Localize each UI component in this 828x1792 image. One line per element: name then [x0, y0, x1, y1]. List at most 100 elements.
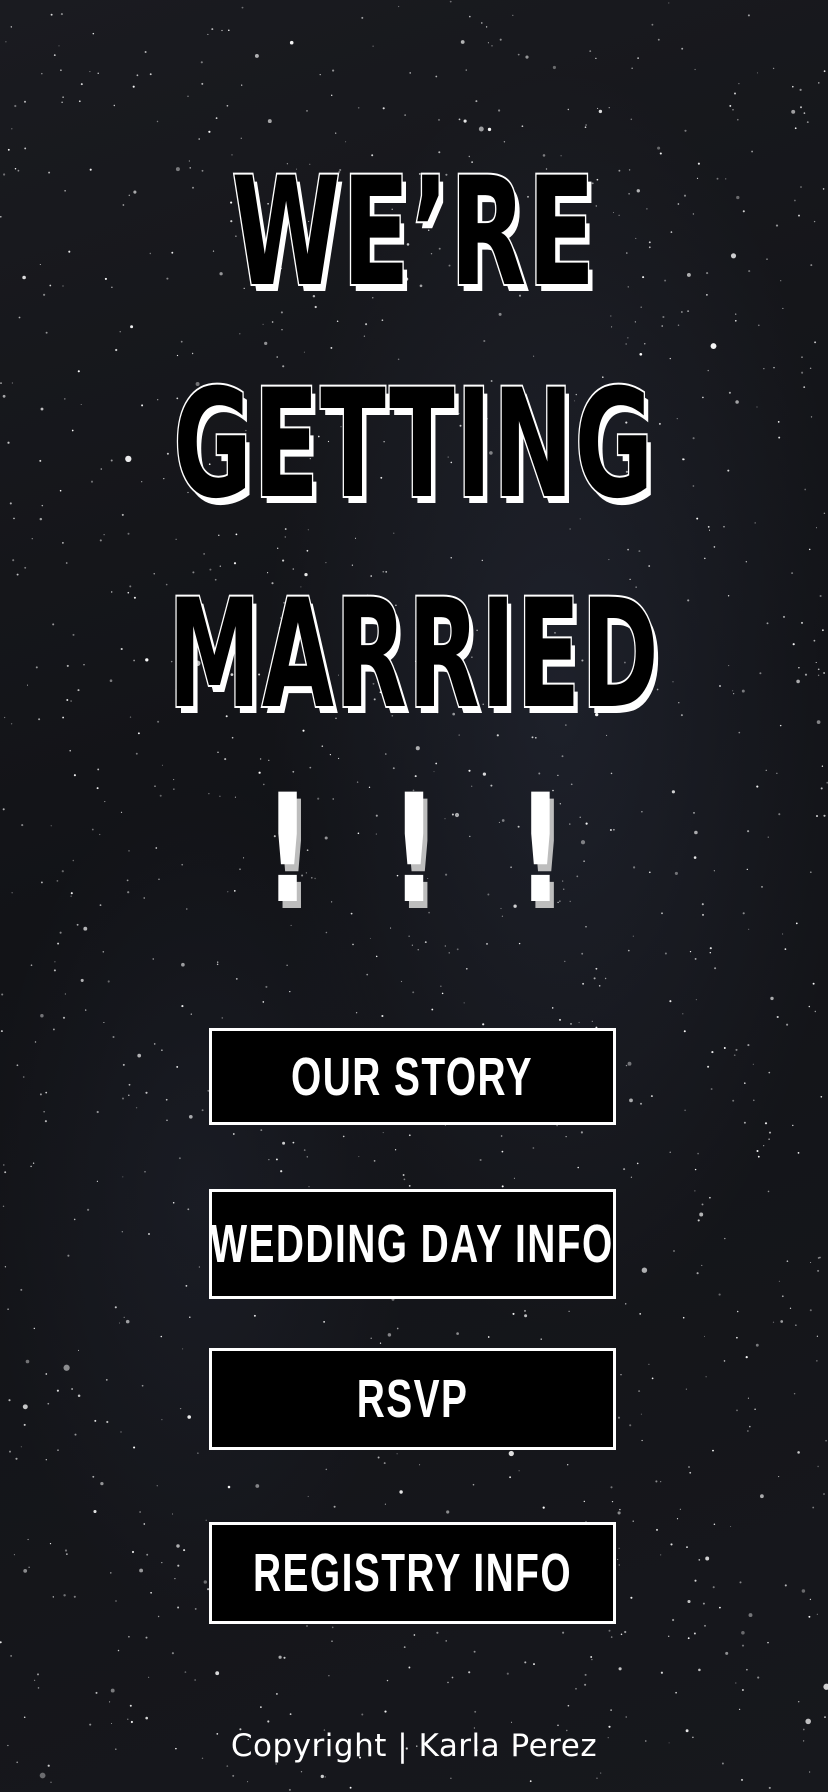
star	[824, 1716, 826, 1718]
star	[325, 1468, 328, 1471]
star	[456, 948, 459, 951]
wedding-day-info-button[interactable]: WEDDING DAY INFO	[209, 1189, 616, 1299]
star	[608, 559, 610, 561]
star	[736, 195, 740, 200]
star	[561, 755, 564, 758]
star	[254, 53, 259, 58]
star	[557, 1724, 559, 1727]
star	[767, 1190, 770, 1193]
star	[336, 320, 339, 323]
star	[361, 1713, 364, 1716]
star	[482, 1023, 485, 1026]
star	[812, 1506, 815, 1509]
star	[109, 1701, 111, 1703]
star	[780, 280, 782, 282]
star	[117, 1649, 120, 1652]
star	[517, 53, 520, 56]
star	[31, 538, 33, 540]
star	[53, 969, 56, 972]
star	[283, 1656, 286, 1659]
star	[303, 1149, 306, 1151]
star	[704, 1624, 706, 1627]
star	[43, 1111, 45, 1113]
star	[814, 1010, 816, 1013]
star	[64, 398, 66, 400]
star	[772, 1321, 775, 1323]
star	[728, 665, 730, 667]
star	[175, 538, 177, 540]
star	[533, 355, 535, 357]
star	[732, 108, 734, 111]
star	[198, 138, 200, 140]
star	[525, 55, 529, 59]
star	[756, 785, 759, 788]
star	[743, 1121, 746, 1124]
star	[366, 973, 369, 976]
star	[819, 594, 822, 598]
rsvp-button[interactable]: RSVP	[209, 1348, 616, 1450]
star	[736, 1336, 738, 1339]
star	[702, 396, 704, 399]
star	[205, 1519, 207, 1521]
star	[617, 1558, 619, 1560]
star	[40, 407, 44, 411]
star	[705, 1556, 710, 1561]
star	[323, 1321, 325, 1323]
star	[687, 310, 690, 313]
star	[121, 513, 124, 516]
star	[754, 1408, 756, 1410]
star	[465, 69, 467, 71]
star	[382, 1132, 384, 1134]
star	[794, 199, 796, 202]
star	[755, 1343, 759, 1347]
star	[817, 1269, 820, 1272]
star	[415, 746, 420, 751]
star	[608, 107, 610, 109]
star	[123, 1316, 125, 1319]
star	[99, 904, 102, 906]
star	[185, 1284, 188, 1287]
star	[153, 573, 155, 575]
star	[591, 1658, 593, 1661]
star	[695, 999, 697, 1001]
star	[129, 716, 132, 718]
star	[610, 315, 612, 317]
star	[76, 923, 79, 926]
star	[754, 522, 756, 524]
star	[437, 118, 441, 121]
star	[139, 1511, 141, 1513]
star	[103, 534, 105, 536]
star	[375, 955, 378, 958]
star	[111, 286, 113, 288]
star	[9, 502, 12, 505]
star	[268, 759, 270, 761]
registry-info-button[interactable]: REGISTRY INFO	[209, 1522, 616, 1624]
star	[148, 1676, 150, 1678]
star	[813, 639, 816, 642]
star	[795, 922, 798, 925]
star	[611, 1500, 614, 1503]
star	[191, 352, 194, 355]
star	[682, 1316, 685, 1319]
star	[508, 1450, 514, 1457]
star	[156, 1485, 158, 1487]
star	[64, 1549, 68, 1552]
star	[136, 74, 139, 77]
star	[618, 1667, 622, 1671]
star	[701, 1264, 703, 1266]
star	[77, 1394, 81, 1397]
star	[7, 148, 10, 151]
star	[796, 679, 800, 684]
star	[102, 951, 105, 953]
star	[627, 548, 629, 551]
star	[132, 85, 135, 88]
star	[619, 1508, 621, 1511]
star	[66, 664, 69, 667]
star	[808, 548, 811, 551]
star	[809, 871, 812, 874]
star	[625, 1716, 627, 1718]
our-story-button[interactable]: OUR STORY	[209, 1028, 616, 1125]
star	[797, 1700, 800, 1703]
star	[303, 351, 305, 353]
star	[756, 406, 758, 408]
